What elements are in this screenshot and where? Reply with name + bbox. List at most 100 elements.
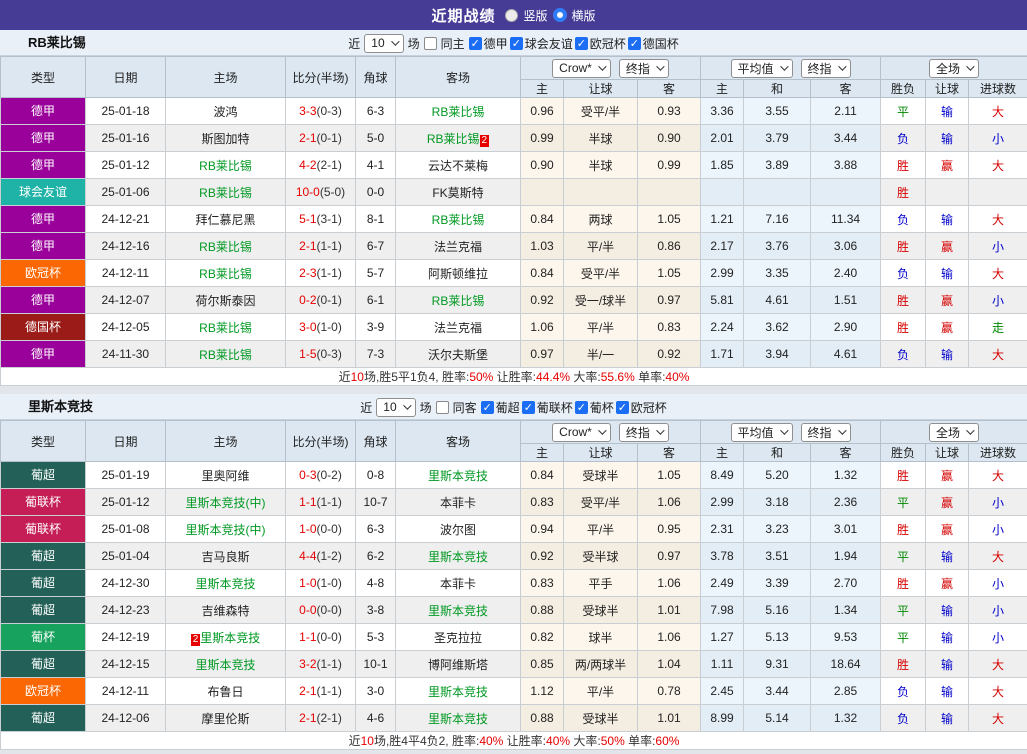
away-team-cell: RB莱比锡 [396, 287, 521, 314]
match-type-badge: 德甲 [1, 341, 85, 367]
home-team-cell: 摩里伦斯 [166, 705, 286, 732]
away-team-name: 云达不莱梅 [428, 159, 488, 173]
avg-odds-draw: 3.55 [744, 98, 811, 125]
league-checkbox[interactable] [522, 401, 535, 414]
match-date: 24-12-15 [86, 651, 166, 678]
handicap-line: 半/一 [564, 341, 638, 368]
handicap-odds-home: 0.88 [521, 705, 564, 732]
handicap-odds-home: 0.97 [521, 341, 564, 368]
team-section: RB莱比锡 近 10 场 同主 德甲球会友谊欧冠杯德国杯 类型 日期 主场 [0, 30, 1027, 386]
handicap-line: 受球半 [564, 705, 638, 732]
col-avg-away: 客 [811, 444, 881, 462]
corner-count: 4-8 [356, 570, 396, 597]
half-time-score: (0-3) [317, 104, 342, 118]
handicap-odds-home: 0.96 [521, 98, 564, 125]
corner-count: 0-0 [356, 179, 396, 206]
score-cell: 0-3(0-2) [286, 462, 356, 489]
match-type-cell: 葡超 [1, 705, 86, 732]
match-type-badge: 葡超 [1, 570, 85, 596]
league-checkbox[interactable] [469, 37, 482, 50]
average-time-select[interactable]: 终指 [801, 423, 851, 442]
away-team-cell: 云达不莱梅 [396, 152, 521, 179]
handicap-line: 平/半 [564, 678, 638, 705]
handicap-odds-away: 0.78 [638, 678, 701, 705]
vertical-layout-radio[interactable] [505, 9, 518, 22]
full-time-score: 2-1 [299, 131, 316, 145]
horizontal-layout-radio[interactable] [553, 8, 567, 22]
avg-odds-home: 2.24 [701, 314, 744, 341]
same-venue-checkbox[interactable] [424, 37, 437, 50]
match-type-cell: 球会友谊 [1, 179, 86, 206]
col-avg-away: 客 [811, 80, 881, 98]
full-time-score: 2-1 [299, 711, 316, 725]
avg-odds-away: 4.61 [811, 341, 881, 368]
odds-time-value: 终指 [626, 60, 650, 77]
match-date: 25-01-06 [86, 179, 166, 206]
average-source-select[interactable]: 平均值 [731, 59, 793, 78]
score-cell: 1-5(0-3) [286, 341, 356, 368]
col-avg-home: 主 [701, 444, 744, 462]
half-time-score: (1-0) [317, 576, 342, 590]
score-cell: 2-3(1-1) [286, 260, 356, 287]
match-count-select[interactable]: 10 [376, 398, 415, 417]
handicap-odds-home: 0.99 [521, 125, 564, 152]
corner-count: 4-1 [356, 152, 396, 179]
match-count-select[interactable]: 10 [364, 34, 403, 53]
table-row: 葡超 25-01-19 里奥阿维 0-3(0-2) 0-8 里斯本竞技 0.84… [1, 462, 1027, 489]
handicap-odds-home [521, 179, 564, 206]
league-checkbox[interactable] [510, 37, 523, 50]
odds-time-select[interactable]: 终指 [619, 423, 669, 442]
average-time-select[interactable]: 终指 [801, 59, 851, 78]
avg-odds-draw: 3.94 [744, 341, 811, 368]
corner-count: 6-3 [356, 516, 396, 543]
away-team-name: 里斯本竞技 [428, 469, 488, 483]
handicap-odds-away: 0.92 [638, 341, 701, 368]
home-team-name: 吉马良斯 [201, 550, 249, 564]
league-checkbox[interactable] [575, 37, 588, 50]
match-type-cell: 葡超 [1, 543, 86, 570]
avg-odds-home: 1.11 [701, 651, 744, 678]
odds-source-select[interactable]: Crow* [552, 423, 611, 442]
league-checkbox[interactable] [575, 401, 588, 414]
full-time-score: 2-3 [299, 266, 316, 280]
handicap-odds-away: 0.97 [638, 287, 701, 314]
match-date: 25-01-12 [86, 489, 166, 516]
average-time-value: 终指 [808, 424, 832, 441]
same-venue-checkbox[interactable] [436, 401, 449, 414]
match-type-badge: 葡超 [1, 462, 85, 488]
goals-result-cell: 小 [969, 570, 1027, 597]
col-away: 客场 [396, 421, 521, 462]
odds-time-select[interactable]: 终指 [619, 59, 669, 78]
goals-result-cell: 大 [969, 152, 1027, 179]
home-team-name: 里斯本竞技 [200, 631, 260, 645]
avg-odds-draw: 3.79 [744, 125, 811, 152]
away-team-cell: 里斯本竞技 [396, 678, 521, 705]
handicap-line: 平/半 [564, 516, 638, 543]
period-select[interactable]: 全场 [929, 423, 979, 442]
table-row: 德国杯 24-12-05 RB莱比锡 3-0(1-0) 3-9 法兰克福 1.0… [1, 314, 1027, 341]
corner-count: 6-1 [356, 287, 396, 314]
home-team-cell: RB莱比锡 [166, 152, 286, 179]
handicap-result-cell: 输 [926, 543, 969, 570]
vertical-layout-label[interactable]: 竖版 [523, 7, 547, 24]
avg-odds-away: 2.40 [811, 260, 881, 287]
score-cell: 3-0(1-0) [286, 314, 356, 341]
average-source-select[interactable]: 平均值 [731, 423, 793, 442]
avg-odds-draw: 7.16 [744, 206, 811, 233]
league-checkbox[interactable] [628, 37, 641, 50]
score-cell: 0-2(0-1) [286, 287, 356, 314]
league-checkbox[interactable] [616, 401, 629, 414]
avg-odds-draw: 4.61 [744, 287, 811, 314]
league-checkbox[interactable] [481, 401, 494, 414]
table-row: 欧冠杯 24-12-11 布鲁日 2-1(1-1) 3-0 里斯本竞技 1.12… [1, 678, 1027, 705]
odds-source-select[interactable]: Crow* [552, 59, 611, 78]
away-team-name: RB莱比锡 [432, 105, 485, 119]
period-select[interactable]: 全场 [929, 59, 979, 78]
handicap-line: 受平/半 [564, 260, 638, 287]
match-type-badge: 欧冠杯 [1, 678, 85, 704]
col-corner: 角球 [356, 57, 396, 98]
result-cell: 平 [881, 597, 926, 624]
horizontal-layout-label[interactable]: 横版 [572, 7, 596, 24]
handicap-result-cell: 输 [926, 125, 969, 152]
home-team-cell: 吉马良斯 [166, 543, 286, 570]
